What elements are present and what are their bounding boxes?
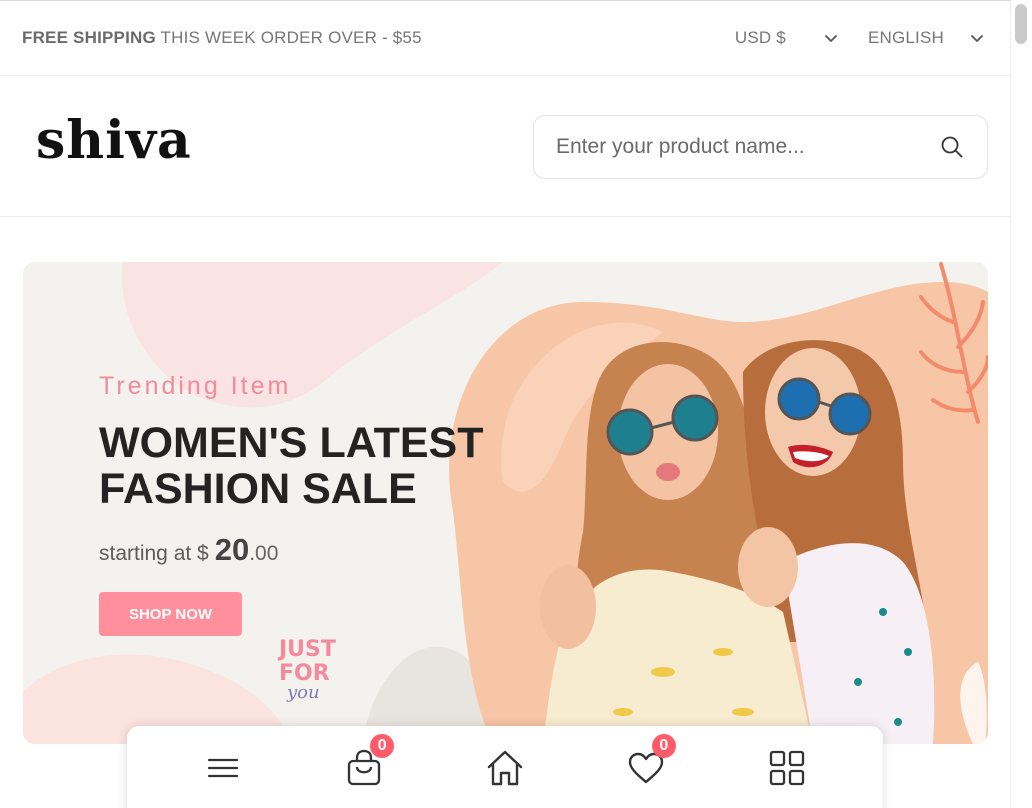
grid-icon xyxy=(769,750,805,791)
categories-button[interactable] xyxy=(765,748,809,792)
mobile-bottom-nav: 0 0 xyxy=(127,726,883,808)
locale-selectors: USD $ ENGLISH xyxy=(735,27,988,49)
wishlist-button[interactable]: 0 xyxy=(624,734,676,792)
shop-now-button[interactable]: SHOP NOW xyxy=(99,592,242,636)
just-for-you-sticker: JUST FOR you xyxy=(277,637,336,703)
scrollbar-track[interactable] xyxy=(1010,0,1032,808)
search-bar xyxy=(533,115,988,179)
home-button[interactable] xyxy=(483,748,527,792)
price-cents: .00 xyxy=(249,542,279,565)
home-icon xyxy=(486,749,524,792)
wishlist-count-badge: 0 xyxy=(651,734,676,758)
banner-price: starting at $ 20 .00 xyxy=(99,532,278,568)
sticker-line-3: you xyxy=(286,682,320,703)
shipping-notice: FREE SHIPPING THIS WEEK ORDER OVER - $55 xyxy=(22,28,422,48)
site-header: shiva xyxy=(0,77,1010,217)
chevron-down-icon xyxy=(966,27,988,49)
banner-title: WOMEN'S LATEST FASHION SALE xyxy=(99,419,484,513)
announcement-bar: FREE SHIPPING THIS WEEK ORDER OVER - $55… xyxy=(0,0,1010,76)
currency-value: USD $ xyxy=(734,28,786,47)
cart-button[interactable]: 0 xyxy=(342,734,395,792)
cart-count-badge: 0 xyxy=(370,734,395,758)
menu-button[interactable] xyxy=(201,748,245,792)
hero-banner: Trending Item WOMEN'S LATEST FASHION SAL… xyxy=(23,262,988,744)
shipping-notice-bold: FREE SHIPPING xyxy=(22,28,156,47)
search-icon[interactable] xyxy=(939,134,965,160)
currency-select[interactable]: USD $ xyxy=(735,27,842,49)
site-logo[interactable]: shiva xyxy=(36,115,192,167)
language-select[interactable]: ENGLISH xyxy=(868,27,988,49)
price-prefix: starting at $ xyxy=(99,542,209,565)
price-whole: 20 xyxy=(214,532,250,567)
scrollbar-thumb[interactable] xyxy=(1015,4,1027,44)
banner-subtitle: Trending Item xyxy=(99,372,292,400)
search-input[interactable] xyxy=(556,135,939,159)
shipping-notice-text: THIS WEEK ORDER OVER - $55 xyxy=(155,28,422,47)
chevron-down-icon xyxy=(820,27,842,49)
language-value: ENGLISH xyxy=(867,28,944,47)
menu-icon xyxy=(207,756,239,785)
sticker-line-1: JUST xyxy=(277,637,336,662)
